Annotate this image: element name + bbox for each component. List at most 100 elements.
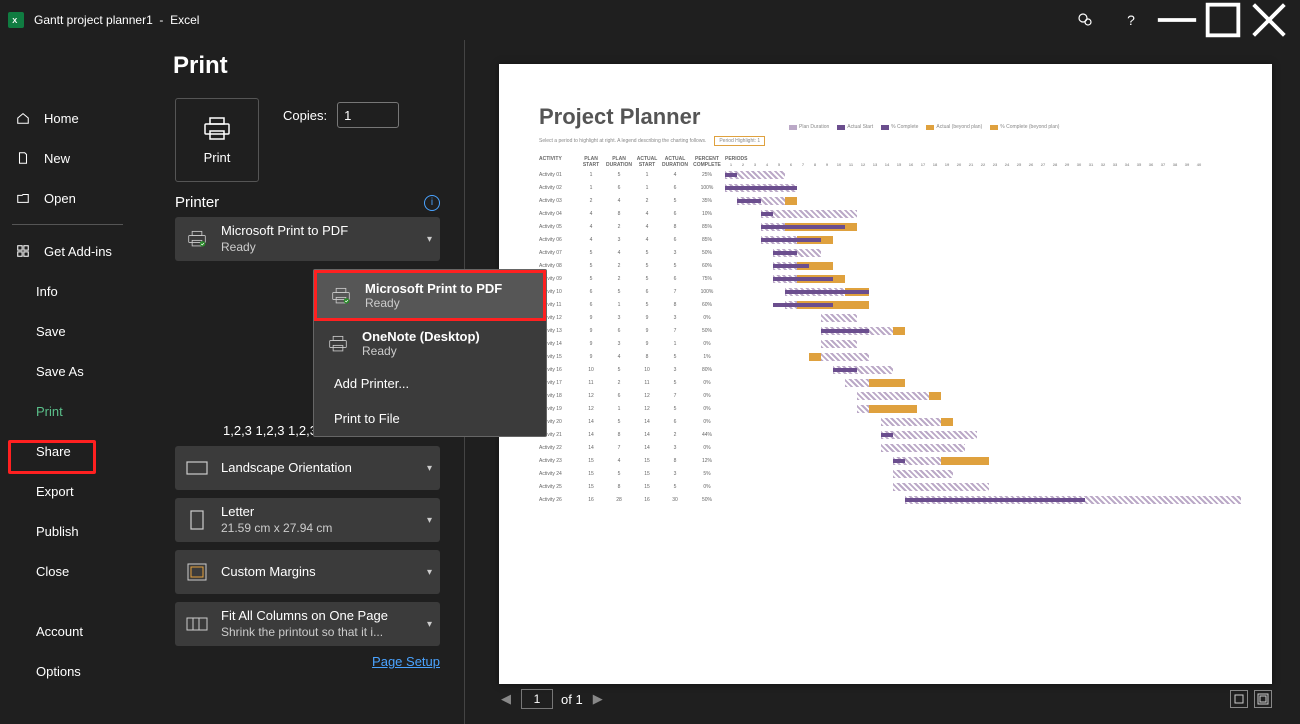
printer-dropdown[interactable]: Microsoft Print to PDFReady ▾ xyxy=(175,217,440,261)
nav-export[interactable]: Export xyxy=(0,471,135,511)
landscape-icon xyxy=(183,457,211,479)
annotation-highlight-print xyxy=(8,440,96,474)
page-total: of 1 xyxy=(561,692,583,707)
add-printer-action[interactable]: Add Printer... xyxy=(314,366,546,401)
zoom-fit-button[interactable] xyxy=(1254,690,1272,708)
chevron-down-icon: ▾ xyxy=(427,567,432,578)
margins-icon xyxy=(183,561,211,583)
preview-row: Activity 08525560% xyxy=(539,259,1242,272)
page-setup-link[interactable]: Page Setup xyxy=(372,654,440,669)
printer-icon xyxy=(324,333,352,355)
printer-option-onenote[interactable]: OneNote (Desktop)Ready xyxy=(314,321,546,366)
preview-subtitle: Select a period to highlight at right. A… xyxy=(539,136,1242,146)
nav-account[interactable]: Account xyxy=(0,611,135,651)
print-button[interactable]: Print xyxy=(175,98,259,182)
new-icon xyxy=(16,151,32,165)
preview-row: Activity 05424885% xyxy=(539,220,1242,233)
preview-row: Activity 201451460% xyxy=(539,415,1242,428)
maximize-icon[interactable] xyxy=(1200,0,1246,40)
titlebar: X Gantt project planner1 - Excel ? xyxy=(0,0,1300,40)
margins-dropdown[interactable]: Custom Margins ▾ xyxy=(175,550,440,594)
scaling-dropdown[interactable]: Fit All Columns on One PageShrink the pr… xyxy=(175,602,440,646)
nav-addins[interactable]: Get Add-ins xyxy=(0,231,135,271)
coming-soon-icon[interactable] xyxy=(1062,0,1108,40)
chevron-down-icon: ▾ xyxy=(427,463,432,474)
printer-info-icon[interactable]: i xyxy=(424,195,440,211)
preview-row: Activity 01151425% xyxy=(539,168,1242,181)
printer-dropdown-popup: Microsoft Print to PDFReady OneNote (Des… xyxy=(313,269,547,437)
nav-close[interactable]: Close xyxy=(0,551,135,591)
preview-row: Activity 241551535% xyxy=(539,467,1242,480)
page-icon xyxy=(183,509,211,531)
minimize-icon[interactable] xyxy=(1154,0,1200,40)
nav-publish[interactable]: Publish xyxy=(0,511,135,551)
period-highlight-box: Period Highlight: 1 xyxy=(714,136,765,146)
chevron-down-icon: ▾ xyxy=(427,515,432,526)
preview-row: Activity 06434685% xyxy=(539,233,1242,246)
preview-row: Activity 191211250% xyxy=(539,402,1242,415)
scaling-icon xyxy=(183,613,211,635)
addins-icon xyxy=(16,244,32,258)
preview-row: Activity 07545350% xyxy=(539,246,1242,259)
print-preview-column: Project Planner Select a period to highl… xyxy=(465,40,1300,724)
close-icon[interactable] xyxy=(1246,0,1292,40)
preview-row: Activity 09525675% xyxy=(539,272,1242,285)
main-area: Print Print Copies: Printer i Microsoft … xyxy=(135,40,1300,724)
open-icon xyxy=(16,191,32,205)
print-preview-page: Project Planner Select a period to highl… xyxy=(499,64,1272,684)
printer-option-ms-pdf[interactable]: Microsoft Print to PDFReady xyxy=(314,270,546,321)
preview-row: Activity 181261270% xyxy=(539,389,1242,402)
svg-text:X: X xyxy=(12,16,17,25)
preview-row: Activity 106567100% xyxy=(539,285,1242,298)
next-page-button[interactable]: ▶ xyxy=(591,691,605,707)
preview-legend: Plan DurationActual Start% CompleteActua… xyxy=(789,124,1059,130)
preview-row: Activity 2114814244% xyxy=(539,428,1242,441)
preview-row: Activity 1594851% xyxy=(539,350,1242,363)
preview-row: Activity 04484610% xyxy=(539,207,1242,220)
preview-footer: ◀ of 1 ▶ xyxy=(499,684,1272,714)
nav-info[interactable]: Info xyxy=(0,271,135,311)
nav-new[interactable]: New xyxy=(0,138,135,178)
printer-icon xyxy=(183,228,211,250)
backstage-nav: Home New Open Get Add-ins Info Save Save… xyxy=(0,40,135,724)
nav-divider xyxy=(12,224,123,225)
printer-icon xyxy=(201,116,233,142)
copies-label: Copies: xyxy=(283,108,327,123)
preview-column-headers: ACTIVITYPLAN STARTPLAN DURATIONACTUAL ST… xyxy=(539,156,1242,168)
preview-row: Activity 1610510380% xyxy=(539,363,1242,376)
preview-row: Activity 021616100% xyxy=(539,181,1242,194)
nav-home[interactable]: Home xyxy=(0,98,135,138)
chevron-down-icon: ▾ xyxy=(427,234,432,245)
nav-print[interactable]: Print xyxy=(0,391,135,431)
preview-row: Activity 1293930% xyxy=(539,311,1242,324)
preview-row: Activity 03242535% xyxy=(539,194,1242,207)
paper-size-dropdown[interactable]: Letter21.59 cm x 27.94 cm ▾ xyxy=(175,498,440,542)
page-number-input[interactable] xyxy=(521,689,553,709)
nav-saveas[interactable]: Save As xyxy=(0,351,135,391)
excel-icon: X xyxy=(8,12,24,28)
nav-options[interactable]: Options xyxy=(0,651,135,691)
preview-row: Activity 13969750% xyxy=(539,324,1242,337)
preview-row: Activity 171121150% xyxy=(539,376,1242,389)
preview-row: Activity 261628163050% xyxy=(539,493,1242,506)
preview-row: Activity 11615860% xyxy=(539,298,1242,311)
nav-open[interactable]: Open xyxy=(0,178,135,218)
preview-row: Activity 221471430% xyxy=(539,441,1242,454)
zoom-to-page-button[interactable] xyxy=(1230,690,1248,708)
chevron-down-icon: ▾ xyxy=(427,619,432,630)
orientation-dropdown[interactable]: Landscape Orientation ▾ xyxy=(175,446,440,490)
window-title: Gantt project planner1 - Excel xyxy=(34,13,199,27)
preview-row: Activity 2315415812% xyxy=(539,454,1242,467)
preview-row: Activity 1493910% xyxy=(539,337,1242,350)
printer-icon xyxy=(327,285,355,307)
copies-input[interactable] xyxy=(337,102,399,128)
page-title: Print xyxy=(173,52,440,80)
printer-heading: Printer xyxy=(175,194,219,211)
home-icon xyxy=(16,111,32,125)
prev-page-button[interactable]: ◀ xyxy=(499,691,513,707)
nav-save[interactable]: Save xyxy=(0,311,135,351)
preview-rows: Activity 01151425%Activity 021616100%Act… xyxy=(539,168,1242,506)
print-to-file-action[interactable]: Print to File xyxy=(314,401,546,436)
preview-row: Activity 251581550% xyxy=(539,480,1242,493)
help-icon[interactable]: ? xyxy=(1108,0,1154,40)
